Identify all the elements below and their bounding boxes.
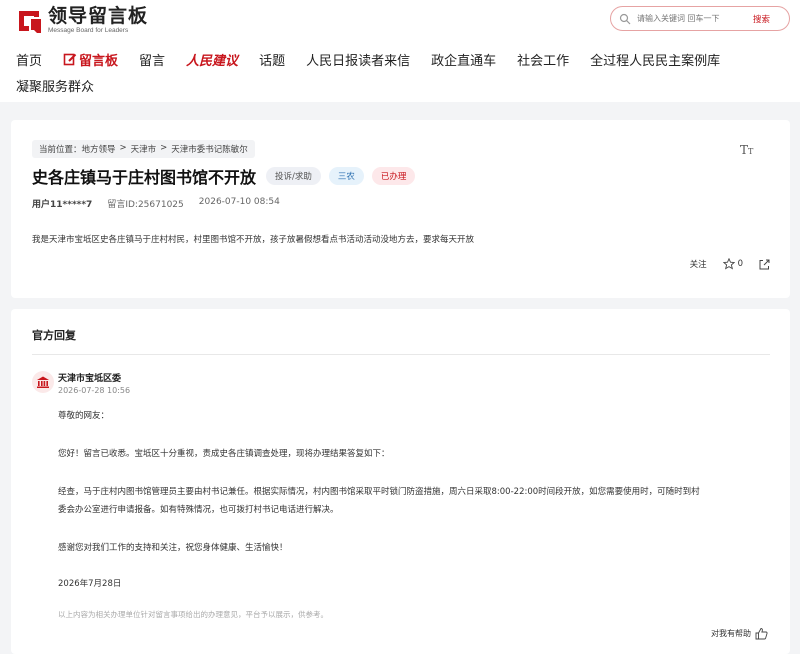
search-button[interactable]: 搜索 bbox=[753, 13, 770, 25]
search-icon bbox=[619, 13, 631, 24]
nav-item-social-work[interactable]: 社会工作 bbox=[517, 50, 569, 69]
message-body: 我是天津市宝坻区史各庄镇马于庄村村民，村里图书馆不开放，孩子放暑假想看点书活动活… bbox=[32, 235, 475, 245]
helpful-button[interactable]: 对我有帮助 bbox=[711, 627, 768, 640]
reply-paragraph: 委会办公室进行申请报备。如有特殊情况，也可拨打村书记电话进行解决。 bbox=[58, 505, 339, 515]
government-building-icon bbox=[32, 371, 54, 393]
nav-item-topics[interactable]: 话题 bbox=[259, 50, 285, 69]
search-input[interactable] bbox=[637, 14, 747, 23]
logo-title: 领导留言板 bbox=[48, 5, 149, 27]
message-id: 留言ID:25671025 bbox=[107, 200, 184, 210]
reply-date: 2026-07-28 10:56 bbox=[58, 386, 131, 395]
breadcrumb-prefix: 当前位置： bbox=[39, 145, 82, 155]
official-reply-card: 官方回复 天津市宝坻区委 2026-07-28 10:56 尊敬的网友： 您好！… bbox=[11, 309, 790, 654]
reply-disclaimer: 以上内容为相关办理单位针对留言事项给出的办理意见，平台予以展示，供参考。 bbox=[58, 610, 328, 619]
thumbs-up-icon bbox=[755, 628, 768, 640]
breadcrumb-item-leaders[interactable]: 地方领导 bbox=[82, 143, 116, 155]
nav-item-people-suggestion[interactable]: 人民建议 bbox=[186, 50, 238, 69]
follow-button[interactable]: 关注 bbox=[690, 258, 707, 270]
breadcrumb-separator: > bbox=[119, 143, 127, 153]
reply-greeting: 尊敬的网友： bbox=[58, 411, 110, 421]
nav-item-democracy-cases[interactable]: 全过程人民民主案例库 bbox=[590, 50, 720, 69]
reply-section-title: 官方回复 bbox=[32, 329, 76, 342]
reply-org-name: 天津市宝坻区委 bbox=[58, 374, 122, 384]
breadcrumb: 当前位置： 地方领导 > 天津市 > 天津市委书记陈敏尔 bbox=[32, 140, 255, 158]
message-actions: 关注 0 bbox=[690, 258, 770, 270]
nav-item-readers-letters[interactable]: 人民日报读者来信 bbox=[306, 50, 410, 69]
font-size-icon[interactable]: TT bbox=[740, 143, 754, 157]
reply-paragraph: 您好！留言已收悉。宝坻区十分重视，责成史各庄镇调查处理，现将办理结果答复如下： bbox=[58, 449, 390, 459]
status-badge: 已办理 bbox=[371, 167, 416, 185]
reply-sign-date: 2026年7月28日 bbox=[58, 579, 122, 589]
tag-agriculture: 三农 bbox=[328, 167, 364, 185]
top-header: 领导留言板 Message Board for Leaders 搜索 首页 留言… bbox=[0, 0, 800, 102]
message-title: 史各庄镇马于庄村图书馆不开放 bbox=[32, 168, 257, 187]
reply-paragraph: 感谢您对我们工作的支持和关注，祝您身体健康、生活愉快！ bbox=[58, 543, 288, 553]
nav-item-leave-message[interactable]: 留言 bbox=[139, 50, 165, 69]
main-nav: 首页 留言板 留言 人民建议 话题 人民日报读者来信 政企直通车 社会工作 全过… bbox=[16, 48, 796, 96]
breadcrumb-item-secretary[interactable]: 天津市委书记陈敏尔 bbox=[171, 143, 248, 155]
helpful-label: 对我有帮助 bbox=[711, 629, 751, 638]
star-count: 0 bbox=[737, 259, 743, 269]
share-icon[interactable] bbox=[759, 259, 770, 270]
edit-icon bbox=[63, 53, 77, 66]
site-logo[interactable]: 领导留言板 Message Board for Leaders bbox=[17, 7, 148, 35]
star-icon[interactable] bbox=[722, 258, 735, 270]
nav-item-home[interactable]: 首页 bbox=[16, 50, 42, 69]
divider bbox=[32, 354, 770, 355]
breadcrumb-item-tianjin[interactable]: 天津市 bbox=[131, 143, 157, 155]
nav-item-message-board[interactable]: 留言板 bbox=[63, 50, 118, 69]
message-card: 当前位置： 地方领导 > 天津市 > 天津市委书记陈敏尔 TT 史各庄镇马于庄村… bbox=[11, 120, 790, 298]
message-time: 2026-07-10 08:54 bbox=[198, 197, 280, 207]
logo-subtitle: Message Board for Leaders bbox=[48, 27, 129, 34]
nav-item-label: 留言板 bbox=[79, 53, 119, 69]
search-box: 搜索 bbox=[610, 6, 790, 31]
message-meta: 用户11*****7 留言ID:25671025 2026-07-10 08:5… bbox=[32, 197, 295, 210]
tag-complaint: 投诉/求助 bbox=[266, 167, 321, 185]
breadcrumb-separator: > bbox=[160, 143, 168, 153]
reply-paragraph: 经查，马于庄村内图书馆管理员主要由村书记兼任。根据实际情况，村内图书馆采取平时锁… bbox=[58, 487, 700, 497]
nav-item-enterprise-express[interactable]: 政企直通车 bbox=[431, 50, 496, 69]
logo-mark-icon bbox=[17, 8, 43, 34]
message-user: 用户11*****7 bbox=[32, 200, 93, 210]
nav-item-serve-masses[interactable]: 凝聚服务群众 bbox=[16, 76, 94, 95]
